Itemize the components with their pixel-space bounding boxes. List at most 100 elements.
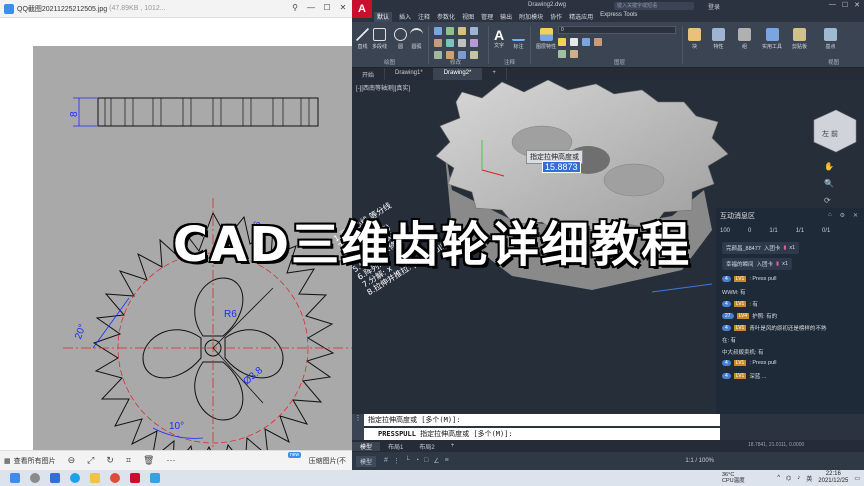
notification-icon[interactable]: ▭	[854, 475, 860, 482]
fillet-icon[interactable]	[458, 39, 466, 47]
command-line-handle[interactable]: ⋮	[352, 414, 364, 440]
circle-tool[interactable]: 圆	[394, 28, 407, 50]
view-all-images-button[interactable]: ▦ 查看所有图片	[4, 456, 56, 466]
network-icon[interactable]: ⌬	[786, 475, 791, 482]
tab-annotate[interactable]: 注释	[418, 12, 430, 22]
orbit-icon[interactable]: ⟳	[824, 196, 834, 205]
crop-icon[interactable]: ⌗	[126, 455, 131, 466]
tab-layout1[interactable]: 布局1	[380, 442, 411, 451]
autocad-logo[interactable]: A	[352, 0, 372, 18]
tab-express-tools[interactable]: Express Tools	[600, 12, 637, 22]
file-explorer-icon[interactable]	[90, 473, 100, 483]
tab-addins[interactable]: 附加模块	[519, 12, 543, 22]
layer-properties-tool[interactable]: 图层特性	[536, 28, 556, 50]
pan-icon[interactable]: ✋	[824, 162, 834, 171]
explode-icon[interactable]	[470, 39, 478, 47]
close-icon[interactable]: ✕	[854, 1, 860, 9]
stretch-icon[interactable]	[434, 51, 442, 59]
maximize-icon[interactable]: ☐	[322, 3, 332, 12]
more-icon[interactable]: ⋯	[166, 455, 175, 466]
tab-collaborate[interactable]: 协作	[550, 12, 562, 22]
osnap-icon[interactable]: □	[424, 457, 428, 465]
list-item: 4 LV1 : Press pull	[722, 360, 777, 366]
line-tool[interactable]: 直线	[356, 28, 369, 50]
tab-insert[interactable]: 插入	[399, 12, 411, 22]
delete-icon[interactable]: 🗑	[143, 455, 154, 466]
properties-tool[interactable]: 特性	[712, 28, 725, 50]
volume-icon[interactable]: ♪	[797, 475, 800, 481]
pin-icon[interactable]: ⚲	[290, 3, 300, 12]
tab-layout2[interactable]: 布局2	[411, 442, 442, 451]
maximize-icon[interactable]: ☐	[842, 1, 848, 9]
rotate-tool-icon[interactable]	[446, 27, 454, 35]
add-layout-button[interactable]: +	[443, 443, 463, 449]
ortho-icon[interactable]: └	[405, 457, 410, 465]
cpu-temperature-widget[interactable]: 36°C CPU温度	[722, 472, 745, 484]
text-tool[interactable]: A 文字	[494, 28, 504, 49]
layer-match-icon[interactable]	[594, 38, 602, 46]
minimize-icon[interactable]: —	[829, 1, 836, 9]
app-icon[interactable]	[110, 473, 120, 483]
polyline-tool[interactable]: 多段线	[372, 28, 387, 50]
login-button[interactable]: 登录	[708, 2, 720, 11]
dimension-tool[interactable]: 标注	[512, 28, 525, 50]
layer-unisolate-icon[interactable]	[570, 50, 578, 58]
edge-browser-icon[interactable]	[70, 473, 80, 483]
command-input[interactable]: PRESSPULL 指定拉伸高度或 [多个(M)]:	[364, 428, 720, 440]
otrack-icon[interactable]: ∠	[433, 457, 439, 465]
tab-model[interactable]: 模型	[352, 441, 381, 451]
chevron-up-icon[interactable]: ^	[777, 475, 780, 481]
dynamic-input-value[interactable]: 15.8873	[542, 161, 581, 173]
offset-icon[interactable]	[470, 51, 478, 59]
tab-default[interactable]: 默认	[374, 12, 393, 22]
layer-on-icon[interactable]	[558, 38, 566, 46]
copy-icon[interactable]	[434, 39, 442, 47]
zoom-icon[interactable]: 🔍	[824, 179, 834, 188]
base-point-tool[interactable]: 基点	[824, 28, 837, 50]
layer-dropdown[interactable]: 0	[558, 26, 676, 34]
rotate-icon[interactable]: ↻	[106, 455, 114, 466]
model-space-button[interactable]: 模型	[356, 455, 377, 467]
utilities-tool[interactable]: 实用工具	[762, 28, 782, 50]
clipboard-tool[interactable]: 剪贴板	[792, 28, 807, 50]
layer-iso-icon[interactable]	[558, 50, 566, 58]
compress-image-button[interactable]: 压缩图片(不	[309, 456, 346, 466]
erase-icon[interactable]	[470, 27, 478, 35]
windows-start-icon[interactable]	[10, 473, 20, 483]
ime-indicator[interactable]: 英	[806, 474, 812, 483]
close-icon[interactable]: ✕	[338, 3, 348, 12]
web-cutout-bottom	[194, 361, 244, 421]
snap-icon[interactable]: ⋮	[393, 457, 400, 465]
tab-featured-apps[interactable]: 精选应用	[569, 12, 593, 22]
autocad-taskbar-icon[interactable]	[130, 473, 140, 483]
block-tool[interactable]: 块	[688, 28, 701, 50]
zoom-out-icon[interactable]: ⊖	[68, 455, 76, 466]
annotation-scale[interactable]: 1:1 / 100%	[685, 458, 714, 464]
tab-manage[interactable]: 管理	[481, 12, 493, 22]
tab-view[interactable]: 视图	[462, 12, 474, 22]
tab-output[interactable]: 输出	[500, 12, 512, 22]
trim-icon[interactable]	[458, 27, 466, 35]
search-input[interactable]: 键入关键字或短语	[614, 2, 694, 10]
polar-icon[interactable]: ◔	[415, 457, 419, 465]
minimize-icon[interactable]: —	[306, 3, 316, 12]
clock[interactable]: 22:16 2021/12/25	[818, 471, 848, 485]
arc-tool[interactable]: 圆弧	[410, 28, 423, 50]
layer-lock-icon[interactable]	[582, 38, 590, 46]
task-view-icon[interactable]	[50, 473, 60, 483]
move-icon[interactable]	[434, 27, 442, 35]
tab-drawing1[interactable]: Drawing1*	[385, 68, 434, 80]
tab-drawing2[interactable]: Drawing2*	[433, 68, 483, 80]
lineweight-icon[interactable]: ≡	[445, 457, 449, 465]
search-icon[interactable]	[30, 473, 40, 483]
image-viewer-taskbar-icon[interactable]	[150, 473, 160, 483]
tab-start[interactable]: 开始	[352, 68, 386, 80]
video-title-overlay: CAD三维齿轮详细教程	[171, 216, 692, 275]
tab-parametric[interactable]: 参数化	[437, 12, 455, 22]
new-tab-button[interactable]: +	[482, 68, 507, 80]
actual-size-icon[interactable]: ⤢	[87, 455, 94, 466]
layer-freeze-icon[interactable]	[570, 38, 578, 46]
mirror-icon[interactable]	[446, 39, 454, 47]
group-tool[interactable]: 组	[738, 28, 751, 50]
grid-icon[interactable]: #	[384, 457, 388, 465]
